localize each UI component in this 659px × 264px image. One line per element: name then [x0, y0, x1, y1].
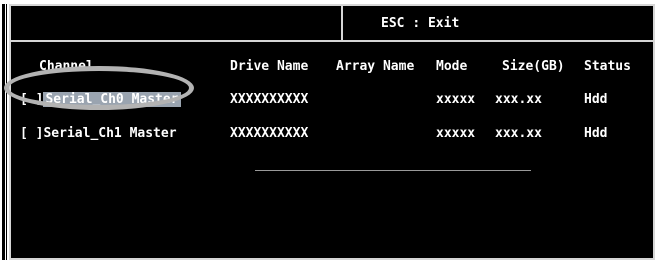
- left-border-bar: [2, 4, 5, 260]
- column-status: Status: [584, 59, 631, 74]
- esc-key: ESC: [381, 16, 405, 31]
- row-size: xxx.xx: [495, 126, 542, 141]
- exit-label: Exit: [427, 16, 460, 31]
- annotation-circle: [4, 66, 194, 110]
- row-status: Hdd: [584, 92, 608, 107]
- row-channel[interactable]: Serial_Ch1 Master: [43, 126, 176, 141]
- row-size: xxx.xx: [495, 92, 542, 107]
- list-divider: [255, 170, 531, 171]
- row-checkbox[interactable]: [ ]: [20, 126, 43, 141]
- column-mode: Mode: [436, 59, 468, 74]
- row-mode: xxxxx: [436, 126, 476, 141]
- table-row[interactable]: [ ]Serial_Ch1 Master: [20, 126, 177, 141]
- row-drive-name: XXXXXXXXXX: [230, 126, 309, 141]
- column-size: Size(GB): [502, 59, 565, 74]
- bios-raid-screen: ESC : Exit Channel Drive Name Array Name…: [9, 4, 655, 260]
- row-mode: xxxxx: [436, 92, 476, 107]
- exit-hint: ESC : Exit: [381, 16, 459, 31]
- left-border-line: [6, 4, 7, 260]
- hint-separator: :: [412, 16, 421, 31]
- row-status: Hdd: [584, 126, 608, 141]
- header-separator: [341, 6, 343, 40]
- header-rule: [11, 40, 653, 42]
- column-drive-name: Drive Name: [230, 59, 309, 74]
- row-drive-name: XXXXXXXXXX: [230, 92, 309, 107]
- column-array-name: Array Name: [336, 59, 415, 74]
